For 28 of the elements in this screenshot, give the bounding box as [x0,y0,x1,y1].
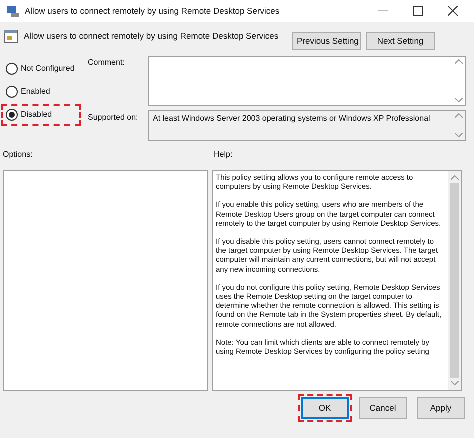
comment-label: Comment: [88,57,126,69]
scrollbar[interactable] [448,171,461,390]
close-icon[interactable] [448,6,458,16]
apply-button[interactable]: Apply [417,397,465,419]
window-title: Allow users to connect remotely by using Remote Desktop Services [25,4,281,18]
previous-setting-button[interactable]: Previous Setting [292,32,361,50]
radio-option[interactable]: Disabled [6,108,76,122]
scroll-up-icon[interactable] [455,59,463,64]
next-setting-button[interactable]: Next Setting [366,32,435,50]
help-label: Help: [213,149,234,161]
scroll-down-icon[interactable] [455,133,463,138]
scroll-down-icon[interactable] [455,98,463,103]
maximize-icon[interactable] [413,6,423,16]
policy-name: Allow users to connect remotely by using Remote Desktop Services [24,30,280,43]
ok-button[interactable]: OK [301,397,349,419]
scrollbar-thumb[interactable] [450,183,459,378]
comment-field[interactable] [148,56,466,106]
supported-on-value: At least Windows Server 2003 operating systems or Windows XP Professional [153,113,430,125]
radio-option[interactable]: Enabled [6,85,76,99]
policy-icon [4,30,18,43]
scroll-up-icon[interactable] [455,113,463,118]
scroll-down-icon[interactable] [450,381,458,386]
scroll-up-icon[interactable] [450,175,458,180]
radio-option[interactable]: Not Configured [6,62,76,76]
options-label: Options: [3,149,34,161]
cancel-button[interactable]: Cancel [359,397,407,419]
computer-icon [6,4,20,18]
supported-on-label: Supported on: [88,112,140,124]
